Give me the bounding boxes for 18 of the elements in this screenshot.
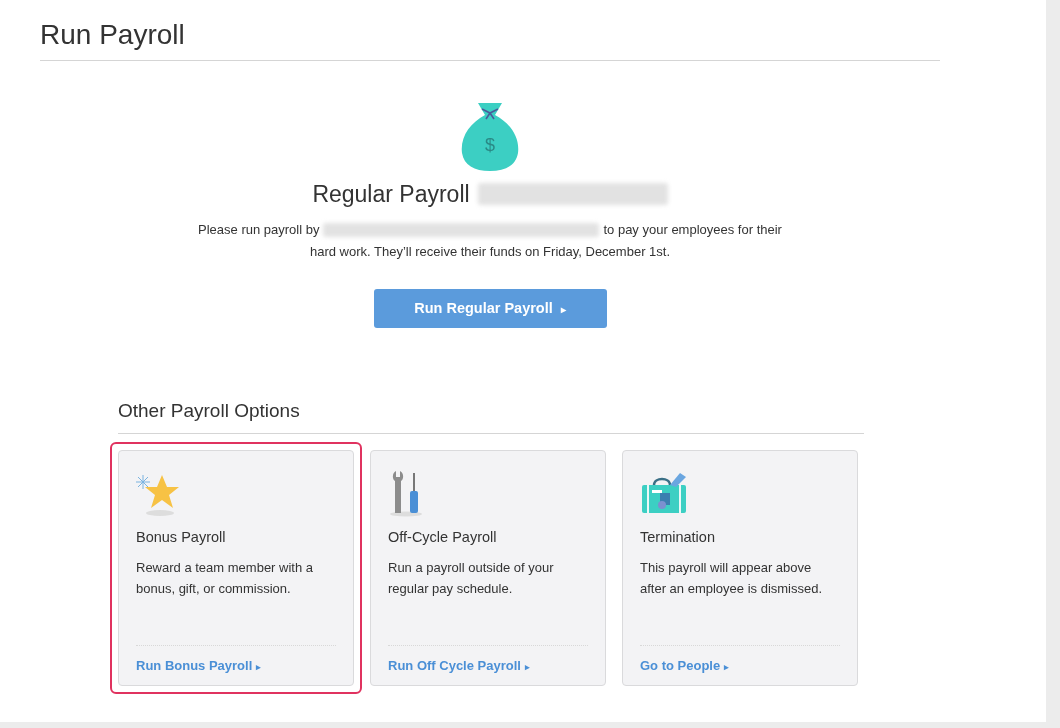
card-description: Run a payroll outside of your regular pay schedule.: [388, 558, 555, 598]
page-title: Run Payroll: [40, 18, 940, 61]
card-link[interactable]: Run Off Cycle Payroll ▸: [388, 644, 588, 676]
section-title: Regular Payroll: [312, 179, 470, 209]
card-link[interactable]: Go to People ▸: [640, 644, 840, 676]
message-text: Please run payroll by: [198, 221, 320, 240]
card-link[interactable]: Run Bonus Payroll ▸: [136, 644, 336, 676]
card-title: Off-Cycle Payroll: [388, 527, 498, 547]
message-text: hard work. They’ll receive their funds on Friday, December 1st.: [309, 243, 671, 262]
message-text: to pay your employees for their: [603, 221, 782, 240]
card-title: Bonus Payroll: [136, 527, 227, 547]
money-bag-icon: $: [460, 102, 520, 171]
card-description: Reward a team member with a bonus, gift, or commission.: [136, 558, 314, 598]
card-description: This payroll will appear above after an employee is dismissed.: [640, 558, 824, 598]
section-heading: Other Payroll Options: [118, 400, 864, 434]
card-title: Termination: [640, 527, 716, 547]
run-regular-payroll-button[interactable]: Run Regular Payroll ▸: [373, 289, 607, 329]
tools-icon: [388, 470, 424, 517]
